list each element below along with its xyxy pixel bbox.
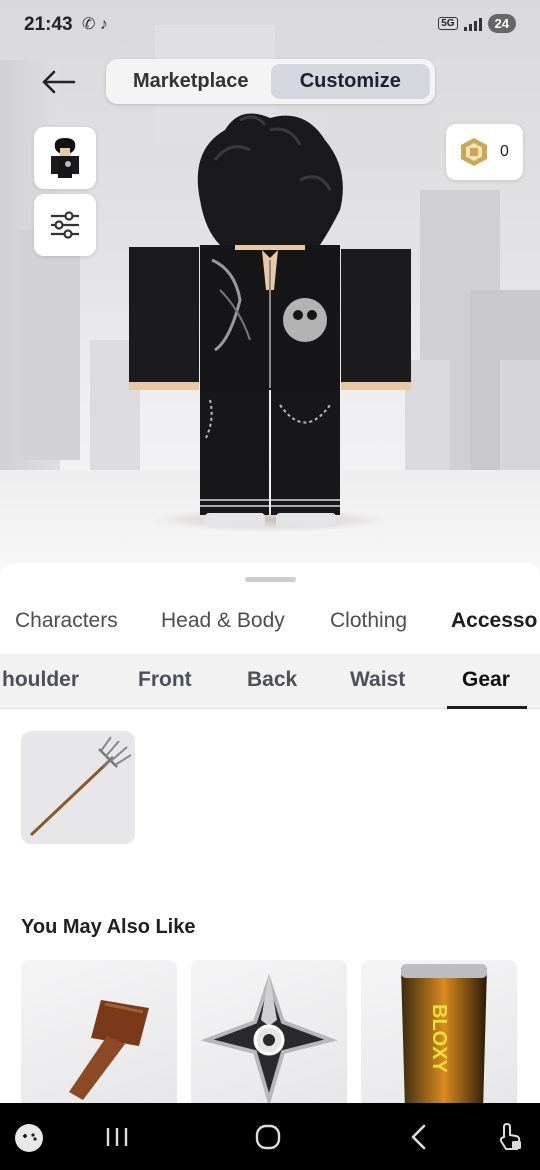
shuriken-icon (200, 973, 338, 1103)
pitchfork-icon (29, 736, 132, 837)
system-nav-bar (0, 1103, 540, 1170)
recommendation-item-1[interactable] (21, 960, 177, 1103)
tab-back[interactable]: Back (247, 668, 297, 692)
sliders-icon (51, 211, 79, 239)
notification-icons: ✆ ♪ (82, 14, 108, 34)
status-right: 5G 24 (438, 14, 516, 33)
tab-shoulder[interactable]: houlder (2, 668, 79, 692)
tab-characters[interactable]: Characters (15, 609, 118, 633)
tab-marketplace[interactable]: Marketplace (111, 64, 271, 99)
status-bar: 21:43 ✆ ♪ 5G 24 (0, 0, 540, 52)
robux-balance[interactable]: 0 (446, 124, 523, 180)
tab-clothing[interactable]: Clothing (330, 609, 407, 633)
filters-button[interactable] (34, 194, 96, 256)
avatar-thumbnail-button[interactable] (34, 127, 96, 189)
recommendation-item-2[interactable] (191, 960, 347, 1103)
recent-apps-icon[interactable] (104, 1125, 130, 1149)
rusty-nail-icon (69, 1000, 149, 1100)
tab-customize[interactable]: Customize (270, 64, 430, 99)
arrow-left-icon (42, 70, 76, 94)
sheet-handle[interactable] (245, 577, 296, 582)
avatar-thumbnail-icon (51, 138, 79, 178)
gear-item-pitchfork[interactable] (21, 731, 135, 844)
tab-waist[interactable]: Waist (350, 668, 405, 692)
tab-front[interactable]: Front (138, 668, 192, 692)
customize-sheet: Characters Head & Body Clothing Accesso … (0, 563, 540, 1103)
tiktok-icon: ♪ (99, 16, 108, 33)
network-badge: 5G (438, 17, 458, 30)
tab-accessories[interactable]: Accesso (451, 609, 537, 633)
tab-head-body[interactable]: Head & Body (161, 609, 285, 633)
can-label: BLOXY (428, 1004, 450, 1074)
robux-amount: 0 (500, 143, 509, 160)
mode-switcher: Marketplace Customize (106, 59, 435, 104)
status-time: 21:43 (24, 14, 73, 35)
signal-icon (463, 17, 482, 31)
whatsapp-icon: ✆ (82, 16, 96, 33)
subcategory-tabs: houlder Front Back Waist Gear (0, 654, 540, 709)
robux-icon (461, 138, 488, 166)
back-button[interactable] (38, 66, 80, 98)
back-nav-icon[interactable] (408, 1123, 430, 1151)
bloxy-cola-icon: BLOXY (401, 964, 487, 1103)
battery-badge: 24 (487, 14, 516, 33)
tab-gear[interactable]: Gear (462, 668, 510, 692)
recommendation-item-3[interactable]: BLOXY (361, 960, 517, 1103)
recommendations-title: You May Also Like (21, 916, 196, 938)
accessibility-touch-icon[interactable] (496, 1121, 524, 1153)
game-launcher-icon[interactable] (14, 1123, 44, 1153)
active-tab-indicator (447, 706, 527, 709)
home-icon[interactable] (254, 1123, 282, 1151)
